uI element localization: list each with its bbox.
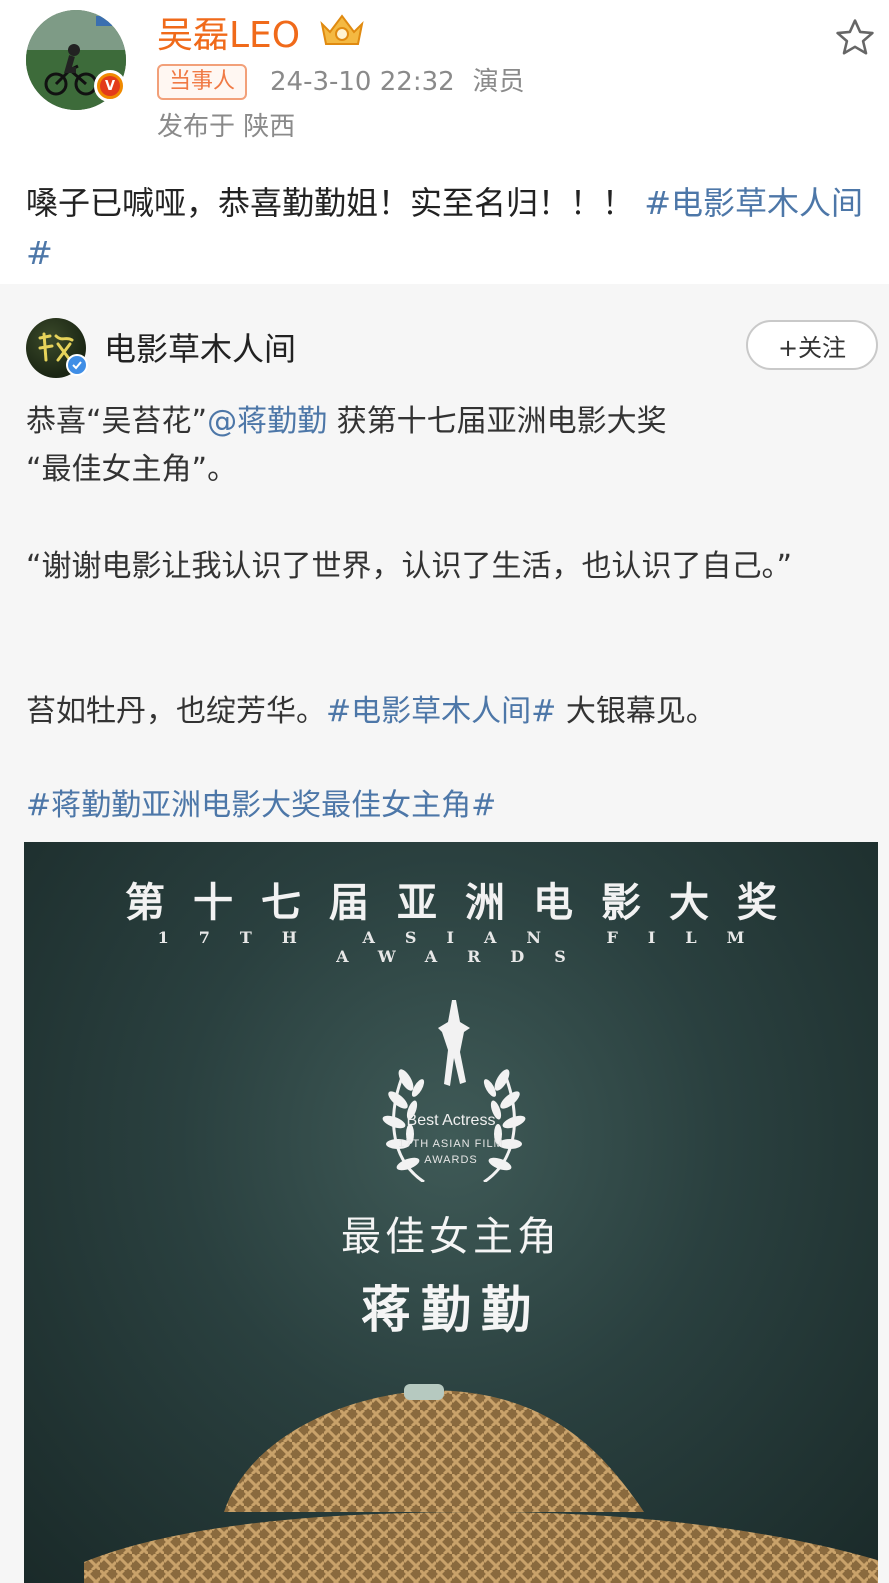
badge-text-3: AWARDS xyxy=(424,1154,478,1166)
award-winner: 蒋勤勤 xyxy=(361,1280,541,1339)
star-outline-icon[interactable] xyxy=(833,16,877,60)
verified-blue-icon xyxy=(66,354,88,376)
award-category: 最佳女主角 xyxy=(341,1214,561,1260)
author-role: 演员 xyxy=(472,67,525,97)
repost-text: 恭喜“吴苔花” xyxy=(26,404,208,439)
follow-button[interactable]: +关注 xyxy=(746,320,878,370)
mention-link[interactable]: @蒋勤勤 xyxy=(207,404,327,439)
post-header: V 吴磊LEO 当事人 24-3-10 22:32 演员 发布于 陕西 xyxy=(0,0,889,160)
verified-v-icon: V xyxy=(94,70,126,102)
repost-text: 苔如牡丹，也绽芳华。 xyxy=(26,694,326,729)
post-text: 嗓子已喊哑，恭喜勤勤姐！实至名归！！！ xyxy=(26,184,635,222)
repost-paragraph-1: 恭喜“吴苔花”@蒋勤勤 获第十七届亚洲电影大奖 “最佳女主角”。 xyxy=(26,398,876,494)
crown-badge-icon xyxy=(320,14,364,45)
username[interactable]: 吴磊LEO xyxy=(157,6,300,58)
badge-text-2: 17TH ASIAN FILM xyxy=(398,1138,504,1150)
topic-link[interactable]: #电影草木人间# xyxy=(326,694,556,729)
award-poster-image[interactable]: 第十七届亚洲电影大奖 17TH ASIAN FILM AWARDS Best A… xyxy=(24,842,878,1583)
repost-paragraph-4: #蒋勤勤亚洲电影大奖最佳女主角# xyxy=(26,782,876,830)
repost-paragraph-2: “谢谢电影让我认识了世界，认识了生活，也认识了自己。” xyxy=(26,549,793,584)
repost-paragraph-3: 苔如牡丹，也绽芳华。#电影草木人间# 大银幕见。 xyxy=(26,688,876,736)
participant-tag: 当事人 xyxy=(157,64,248,100)
poster-subtitle: 17TH ASIAN FILM AWARDS xyxy=(157,928,775,966)
poster-title: 第十七届亚洲电影大奖 xyxy=(125,879,805,926)
post-body: 嗓子已喊哑，恭喜勤勤姐！实至名归！！！ #电影草木人间# xyxy=(26,178,866,278)
topic-link[interactable]: #蒋勤勤亚洲电影大奖最佳女主角# xyxy=(26,788,496,823)
post-datetime: 24-3-10 22:32 xyxy=(270,67,455,97)
post-meta: 24-3-10 22:32 演员 xyxy=(270,64,525,100)
badge-text-1: Best Actress xyxy=(406,1112,496,1129)
repost-text: 获第十七届亚洲电影大奖 xyxy=(327,404,667,439)
repost-text: “最佳女主角”。 xyxy=(26,452,238,487)
repost-text: 大银幕见。 xyxy=(556,694,716,729)
post-location: 发布于 陕西 xyxy=(157,112,296,142)
straw-hat-image xyxy=(84,1384,878,1583)
repost-author-name[interactable]: 电影草木人间 xyxy=(104,324,296,370)
